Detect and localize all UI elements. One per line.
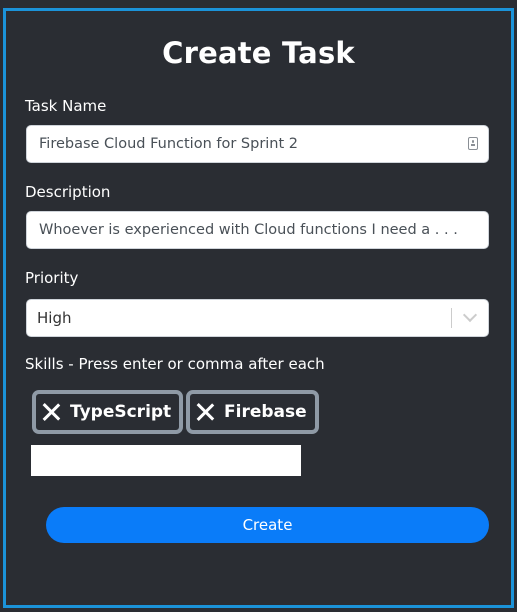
task-name-value: Firebase Cloud Function for Sprint 2 <box>39 136 299 152</box>
description-label: Description <box>25 183 111 201</box>
task-name-input[interactable]: Firebase Cloud Function for Sprint 2 <box>26 125 489 163</box>
skills-label: Skills - Press enter or comma after each <box>25 355 325 373</box>
create-task-form: Create Task Task Name Firebase Cloud Fun… <box>3 8 514 608</box>
create-button[interactable]: Create <box>46 507 489 543</box>
priority-selected-value: High <box>37 309 72 327</box>
skill-tag-firebase: Firebase <box>186 390 319 434</box>
skill-tag-label: Firebase <box>224 402 307 422</box>
page-title: Create Task <box>162 36 355 70</box>
close-icon[interactable] <box>196 403 214 421</box>
priority-label: Priority <box>25 269 79 287</box>
skills-input[interactable] <box>31 445 301 476</box>
select-separator <box>451 308 452 328</box>
description-input[interactable]: Whoever is experienced with Cloud functi… <box>26 211 489 249</box>
close-icon[interactable] <box>42 403 60 421</box>
contact-card-icon[interactable] <box>468 137 478 150</box>
description-value: Whoever is experienced with Cloud functi… <box>39 222 458 238</box>
priority-select[interactable]: High <box>26 299 489 337</box>
skill-tag-typescript: TypeScript <box>32 390 184 434</box>
skill-tag-label: TypeScript <box>70 402 172 422</box>
chevron-down-icon[interactable] <box>462 307 478 323</box>
task-name-label: Task Name <box>25 97 107 115</box>
